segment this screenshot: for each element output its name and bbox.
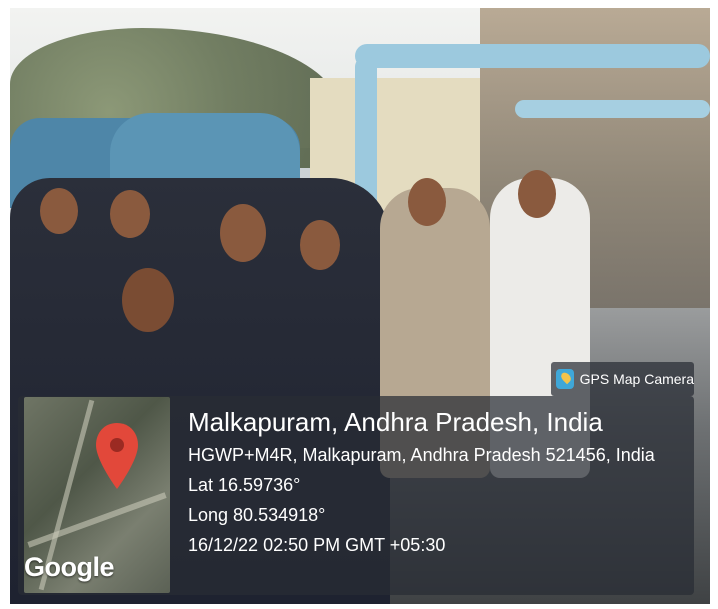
location-info: Malkapuram, Andhra Pradesh, India HGWP+M… [188, 404, 655, 560]
map-road [27, 492, 167, 548]
pipe-lower [515, 100, 710, 118]
face [518, 170, 556, 218]
face [40, 188, 78, 234]
face [110, 190, 150, 238]
face [122, 268, 174, 332]
face [220, 204, 266, 262]
location-title: Malkapuram, Andhra Pradesh, India [188, 407, 603, 437]
badge-label: GPS Map Camera [579, 371, 694, 387]
gps-map-camera-icon [556, 369, 574, 389]
pipe [355, 44, 710, 68]
location-pin-icon [96, 423, 138, 489]
longitude: Long 80.534918° [188, 505, 326, 525]
gps-map-camera-badge: GPS Map Camera [551, 362, 694, 396]
datetime: 16/12/22 02:50 PM GMT +05:30 [188, 535, 446, 555]
google-logo: Google [24, 552, 115, 582]
location-address: HGWP+M4R, Malkapuram, Andhra Pradesh 521… [188, 445, 655, 465]
face [408, 178, 446, 226]
face [300, 220, 340, 270]
photo-frame: GPS Map Camera Google Malkapuram, Andhra… [0, 0, 718, 609]
latitude: Lat 16.59736° [188, 475, 301, 495]
